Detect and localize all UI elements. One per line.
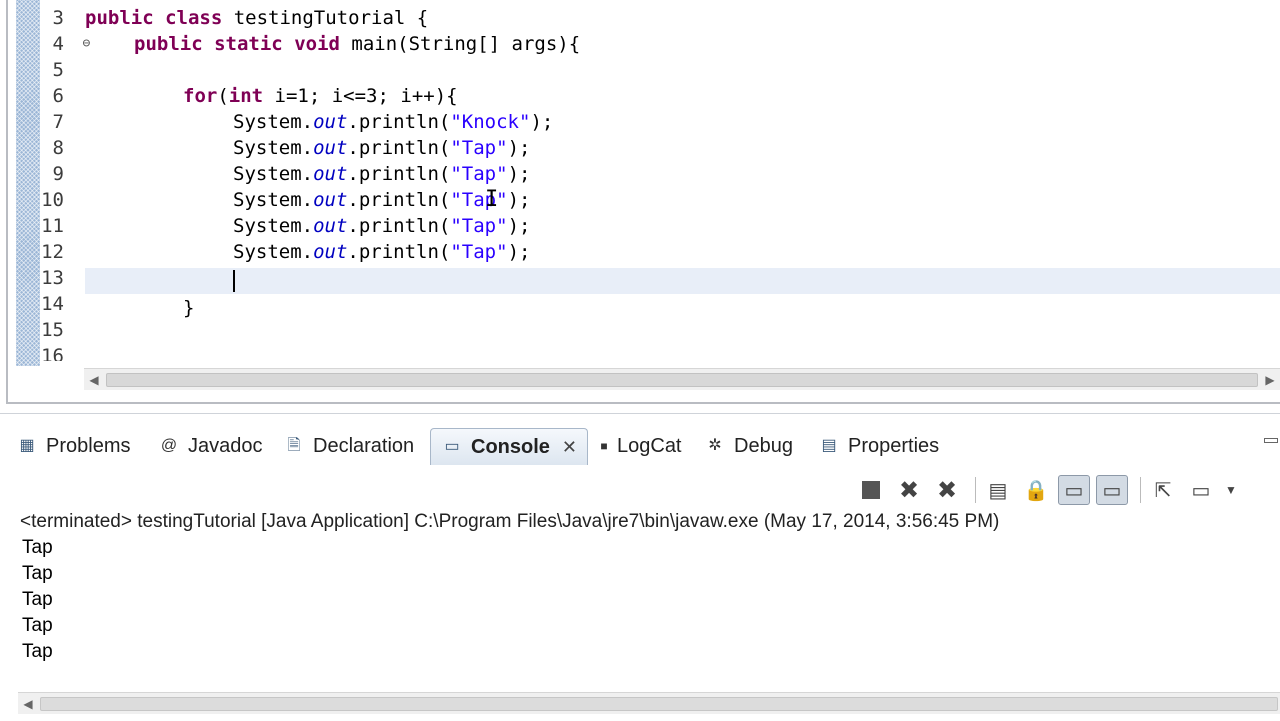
line-number: 8 — [52, 137, 64, 159]
tab-console[interactable]: ▭ Console ✕ — [430, 428, 588, 465]
line-number: 16 — [41, 345, 64, 361]
console-icon: ▭ — [444, 438, 460, 455]
overview-ruler[interactable] — [16, 0, 40, 366]
code-line[interactable]: System.out.println("Tap"); — [233, 213, 530, 239]
line-number: 6 — [52, 85, 64, 107]
code-line[interactable]: System.out.println("Knock"); — [233, 109, 553, 135]
console-view: ▦ Problems @ Javadoc 🗎 Declaration ▭ Console… — [0, 413, 1280, 721]
properties-icon: ▤ — [821, 437, 837, 454]
code-line[interactable]: } — [183, 295, 194, 321]
current-line-highlight — [85, 268, 1280, 294]
view-tab-bar: ▦ Problems @ Javadoc 🗎 Declaration ▭ Console… — [0, 428, 1280, 465]
scroll-left-arrow-icon[interactable]: ◀ — [18, 693, 38, 715]
tab-label: Debug — [734, 434, 793, 457]
toolbar-separator — [975, 477, 976, 503]
line-number: 11 — [41, 215, 64, 237]
tab-declaration[interactable]: 🗎 Declaration — [283, 428, 415, 464]
collapse-icon[interactable]: ⊖ — [83, 31, 91, 57]
remove-all-terminated-icon[interactable]: ✖ — [931, 475, 963, 505]
clear-console-icon[interactable]: ▤ — [982, 475, 1014, 505]
tab-label: Properties — [848, 434, 940, 457]
problems-icon: ▦ — [19, 437, 35, 454]
line-number: 5 — [52, 59, 64, 81]
close-icon[interactable]: ✕ — [562, 437, 577, 458]
tab-logcat[interactable]: ■ LogCat — [597, 428, 682, 464]
code-line[interactable]: System.out.println("Tap"); — [233, 161, 530, 187]
line-number: 4 ⊖ — [52, 33, 91, 55]
line-number: 12 — [41, 241, 64, 263]
at-sign-icon: @ — [160, 437, 178, 454]
line-number: 14 — [41, 293, 64, 315]
code-line[interactable]: public class testingTutorial { — [85, 5, 428, 31]
scroll-lock-icon[interactable]: 🔒 — [1020, 475, 1052, 505]
code-editor[interactable]: 3 4 ⊖ 5 6 7 8 9 10 11 12 13 14 15 16 publ… — [0, 0, 1280, 405]
line-number: 13 — [41, 267, 64, 289]
console-output-line: Tap — [22, 537, 53, 558]
tab-debug[interactable]: ✲ Debug — [704, 428, 793, 464]
ibeam-cursor-icon: I — [485, 187, 499, 212]
show-on-stdout-icon[interactable]: ▭ — [1058, 475, 1090, 505]
declaration-icon: 🗎 — [287, 437, 301, 454]
code-line[interactable]: System.out.println("Tap"); — [233, 239, 530, 265]
console-launch-description: <terminated> testingTutorial [Java Appli… — [20, 511, 1000, 532]
text-caret — [233, 270, 235, 292]
scroll-right-arrow-icon[interactable]: ▶ — [1260, 369, 1280, 391]
tab-label: LogCat — [617, 434, 682, 457]
console-output-line: Tap — [22, 589, 53, 610]
tab-javadoc[interactable]: @ Javadoc — [158, 428, 263, 464]
line-number: 9 — [52, 163, 64, 185]
tab-properties[interactable]: ▤ Properties — [818, 428, 939, 464]
tab-label: Javadoc — [188, 434, 263, 457]
line-number: 10 — [41, 189, 64, 211]
tab-label: Console — [471, 435, 550, 458]
line-number: 7 — [52, 111, 64, 133]
tab-label: Problems — [46, 434, 131, 457]
scroll-left-arrow-icon[interactable]: ◀ — [84, 369, 104, 391]
line-number: 3 — [52, 7, 64, 29]
tab-problems[interactable]: ▦ Problems — [16, 428, 130, 464]
bug-icon: ✲ — [708, 437, 722, 454]
code-line[interactable]: System.out.println("Tap"); — [233, 135, 530, 161]
chevron-down-icon[interactable]: ▼ — [1223, 475, 1239, 505]
editor-horizontal-scrollbar[interactable]: ◀ ▶ — [84, 368, 1280, 390]
minimize-icon[interactable] — [1264, 438, 1278, 443]
console-output-line: Tap — [22, 563, 53, 584]
console-toolbar: ✖ ✖ ▤ 🔒 ▭ ▭ ⇱ ▭ ▼ — [855, 474, 1245, 506]
display-selected-console-icon[interactable]: ▭ — [1185, 475, 1217, 505]
console-output-line: Tap — [22, 641, 53, 662]
line-number: 15 — [41, 319, 64, 341]
tab-label: Declaration — [313, 434, 415, 457]
editor-frame — [6, 0, 1280, 404]
console-horizontal-scrollbar[interactable]: ◀ — [18, 692, 1280, 714]
terminate-icon[interactable] — [855, 475, 887, 505]
code-line[interactable]: for(int i=1; i<=3; i++){ — [183, 83, 458, 109]
show-on-stderr-icon[interactable]: ▭ — [1096, 475, 1128, 505]
remove-launch-icon[interactable]: ✖ — [893, 475, 925, 505]
logcat-icon: ■ — [600, 439, 608, 453]
pin-console-icon[interactable]: ⇱ — [1147, 475, 1179, 505]
console-output[interactable]: Tap Tap Tap Tap Tap — [22, 535, 53, 665]
scrollbar-thumb[interactable] — [106, 373, 1258, 387]
scrollbar-thumb[interactable] — [40, 697, 1278, 711]
console-output-line: Tap — [22, 615, 53, 636]
toolbar-separator — [1140, 477, 1141, 503]
code-line[interactable]: public static void main(String[] args){ — [134, 31, 580, 57]
